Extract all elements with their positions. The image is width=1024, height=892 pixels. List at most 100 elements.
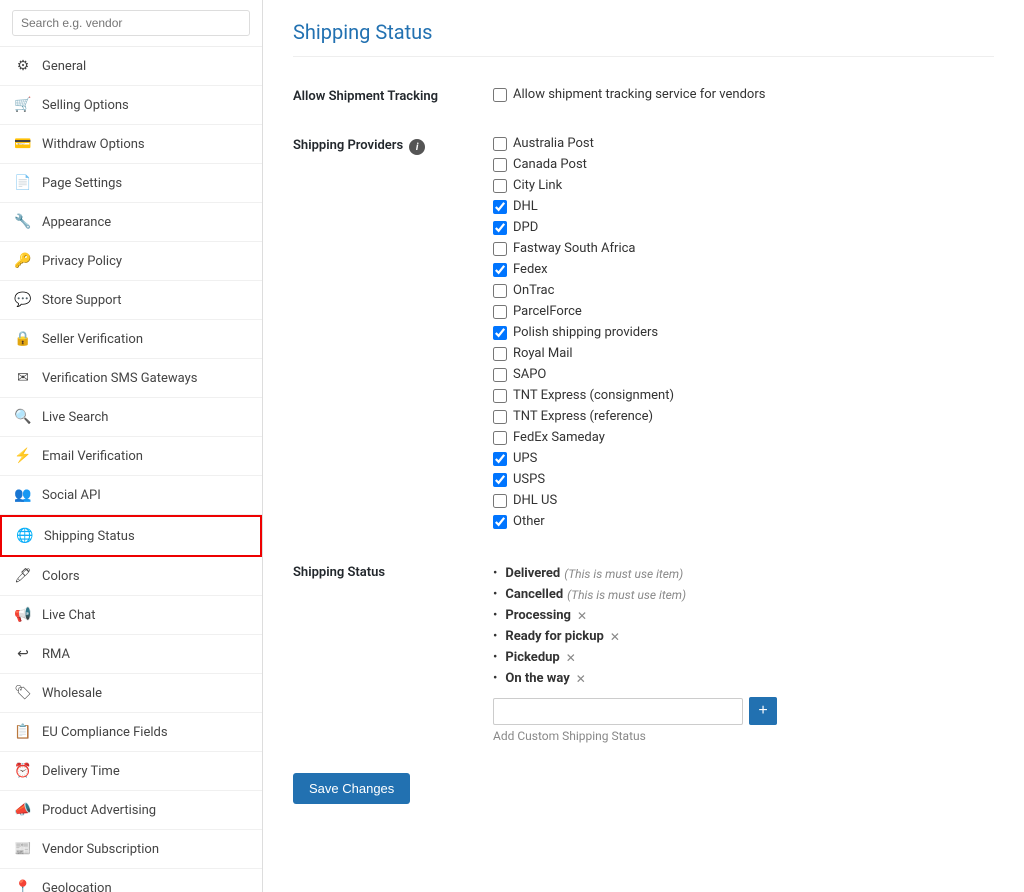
provider-label-parcelforce[interactable]: ParcelForce	[493, 304, 582, 319]
sidebar-item-delivery-time[interactable]: ⏰ Delivery Time	[0, 752, 262, 791]
provider-label-city-link[interactable]: City Link	[493, 178, 562, 193]
sidebar-item-seller-verification[interactable]: 🔒 Seller Verification	[0, 320, 262, 359]
status-label-ready-for-pickup: Ready for pickup	[505, 629, 603, 644]
provider-label-fastway-south-africa[interactable]: Fastway South Africa	[493, 241, 636, 256]
sidebar-item-label: Withdraw Options	[42, 137, 145, 152]
seller-icon: 🔒	[14, 330, 32, 348]
provider-label-dhl-us[interactable]: DHL US	[493, 493, 557, 508]
sidebar-item-label: Appearance	[42, 215, 111, 230]
provider-name-other: Other	[513, 514, 545, 529]
colors-icon: 🖊	[14, 567, 32, 585]
provider-row-city-link: City Link	[493, 178, 994, 193]
sidebar-search-container	[0, 0, 262, 47]
provider-name-fastway-south-africa: Fastway South Africa	[513, 241, 636, 256]
info-icon[interactable]: i	[409, 139, 425, 155]
provider-label-australia-post[interactable]: Australia Post	[493, 136, 594, 151]
remove-status-ready-for-pickup[interactable]: ✕	[610, 630, 620, 644]
sidebar-item-verification-sms[interactable]: ✉ Verification SMS Gateways	[0, 359, 262, 398]
sidebar-item-page-settings[interactable]: 📄 Page Settings	[0, 164, 262, 203]
sidebar-item-withdraw-options[interactable]: 💳 Withdraw Options	[0, 125, 262, 164]
provider-row-tnt-consignment: TNT Express (consignment)	[493, 388, 994, 403]
provider-label-royal-mail[interactable]: Royal Mail	[493, 346, 573, 361]
provider-label-usps[interactable]: USPS	[493, 472, 545, 487]
provider-name-ups: UPS	[513, 451, 537, 466]
provider-label-tnt-reference[interactable]: TNT Express (reference)	[493, 409, 653, 424]
sidebar-item-live-search[interactable]: 🔍 Live Search	[0, 398, 262, 437]
sidebar-item-label: Privacy Policy	[42, 254, 122, 269]
provider-label-polish-shipping[interactable]: Polish shipping providers	[493, 325, 658, 340]
status-label-on-the-way: On the way	[505, 671, 569, 686]
provider-label-canada-post[interactable]: Canada Post	[493, 157, 587, 172]
custom-status-input[interactable]	[493, 698, 743, 725]
sidebar-item-wholesale[interactable]: 🏷 Wholesale	[0, 674, 262, 713]
provider-label-dpd[interactable]: DPD	[493, 220, 538, 235]
provider-checkbox-ups[interactable]	[493, 452, 507, 466]
provider-checkbox-fedex[interactable]	[493, 263, 507, 277]
status-item-processing: Processing ✕	[493, 605, 994, 626]
sidebar-item-label: Selling Options	[42, 98, 129, 113]
provider-checkbox-australia-post[interactable]	[493, 137, 507, 151]
provider-checkbox-fedex-sameday[interactable]	[493, 431, 507, 445]
sidebar-item-store-support[interactable]: 💬 Store Support	[0, 281, 262, 320]
provider-checkbox-polish-shipping[interactable]	[493, 326, 507, 340]
provider-name-city-link: City Link	[513, 178, 562, 193]
sidebar-item-live-chat[interactable]: 📢 Live Chat	[0, 596, 262, 635]
provider-row-fastway-south-africa: Fastway South Africa	[493, 241, 994, 256]
remove-status-on-the-way[interactable]: ✕	[576, 672, 586, 686]
remove-status-pickedup[interactable]: ✕	[566, 651, 576, 665]
sidebar-item-general[interactable]: ⚙ General	[0, 47, 262, 86]
sms-icon: ✉	[14, 369, 32, 387]
provider-row-dpd: DPD	[493, 220, 994, 235]
provider-checkbox-dpd[interactable]	[493, 221, 507, 235]
provider-label-ups[interactable]: UPS	[493, 451, 537, 466]
allow-shipment-checkbox-label[interactable]: Allow shipment tracking service for vend…	[493, 87, 765, 102]
sidebar-item-geolocation[interactable]: 📍 Geolocation	[0, 869, 262, 892]
sidebar-item-label: Live Chat	[42, 608, 95, 623]
sidebar-item-privacy-policy[interactable]: 🔑 Privacy Policy	[0, 242, 262, 281]
sidebar-item-social-api[interactable]: 👥 Social API	[0, 476, 262, 515]
provider-checkbox-city-link[interactable]	[493, 179, 507, 193]
sidebar-item-colors[interactable]: 🖊 Colors	[0, 557, 262, 596]
sidebar-item-label: Store Support	[42, 293, 122, 308]
save-button[interactable]: Save Changes	[293, 773, 410, 804]
must-use-text-cancelled: (This is must use item)	[567, 588, 686, 602]
provider-checkbox-dhl[interactable]	[493, 200, 507, 214]
sidebar-item-email-verification[interactable]: ⚡ Email Verification	[0, 437, 262, 476]
search-input[interactable]	[12, 10, 250, 36]
store-icon: 💬	[14, 291, 32, 309]
provider-label-dhl[interactable]: DHL	[493, 199, 538, 214]
provider-checkbox-ontrac[interactable]	[493, 284, 507, 298]
provider-label-sapo[interactable]: SAPO	[493, 367, 546, 382]
provider-checkbox-tnt-reference[interactable]	[493, 410, 507, 424]
provider-label-ontrac[interactable]: OnTrac	[493, 283, 554, 298]
provider-checkbox-royal-mail[interactable]	[493, 347, 507, 361]
page-title: Shipping Status	[293, 20, 994, 57]
eu-icon: 📋	[14, 723, 32, 741]
allow-shipment-checkbox[interactable]	[493, 88, 507, 102]
provider-label-tnt-consignment[interactable]: TNT Express (consignment)	[493, 388, 674, 403]
sidebar-item-eu-compliance[interactable]: 📋 EU Compliance Fields	[0, 713, 262, 752]
provider-checkbox-other[interactable]	[493, 515, 507, 529]
provider-checkbox-canada-post[interactable]	[493, 158, 507, 172]
provider-checkbox-dhl-us[interactable]	[493, 494, 507, 508]
provider-label-fedex[interactable]: Fedex	[493, 262, 548, 277]
sidebar-item-appearance[interactable]: 🔧 Appearance	[0, 203, 262, 242]
provider-checkbox-sapo[interactable]	[493, 368, 507, 382]
provider-checkbox-usps[interactable]	[493, 473, 507, 487]
provider-checkbox-fastway-south-africa[interactable]	[493, 242, 507, 256]
provider-label-other[interactable]: Other	[493, 514, 545, 529]
add-status-button[interactable]: +	[749, 697, 777, 725]
remove-status-processing[interactable]: ✕	[577, 609, 587, 623]
provider-label-fedex-sameday[interactable]: FedEx Sameday	[493, 430, 605, 445]
sidebar-item-label: Social API	[42, 488, 101, 503]
provider-checkbox-parcelforce[interactable]	[493, 305, 507, 319]
provider-row-dhl-us: DHL US	[493, 493, 994, 508]
sidebar-item-shipping-status[interactable]: 🌐 Shipping Status	[0, 515, 262, 557]
sidebar-item-vendor-subscription[interactable]: 📰 Vendor Subscription	[0, 830, 262, 869]
sidebar-item-rma[interactable]: ↩ RMA	[0, 635, 262, 674]
sidebar-item-label: Page Settings	[42, 176, 122, 191]
sidebar-item-product-advertising[interactable]: 📣 Product Advertising	[0, 791, 262, 830]
sidebar-item-label: Shipping Status	[44, 529, 135, 544]
sidebar-item-selling-options[interactable]: 🛒 Selling Options	[0, 86, 262, 125]
provider-checkbox-tnt-consignment[interactable]	[493, 389, 507, 403]
